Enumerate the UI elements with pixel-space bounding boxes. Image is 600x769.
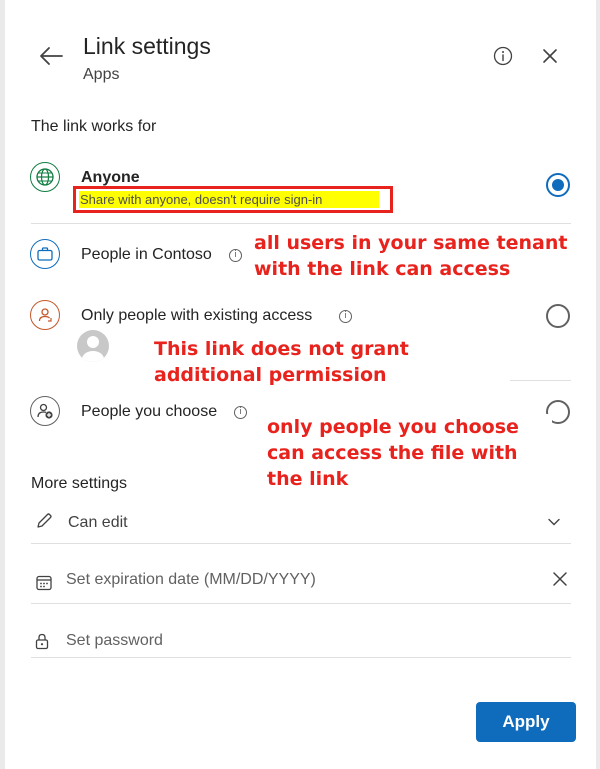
chevron-down-icon bbox=[548, 518, 560, 526]
briefcase-icon bbox=[37, 247, 53, 261]
lock-icon bbox=[35, 633, 49, 650]
info-icon[interactable]: i bbox=[229, 249, 242, 262]
option-existing-label[interactable]: Only people with existing access bbox=[81, 307, 312, 325]
globe-icon bbox=[36, 168, 54, 186]
pencil-icon bbox=[37, 513, 52, 528]
permission-dropdown[interactable]: Can edit bbox=[31, 504, 571, 544]
option-anyone-label[interactable]: Anyone bbox=[81, 169, 140, 187]
annotation-contoso: all users in your same tenant with the l… bbox=[254, 232, 568, 280]
page-title: Link settings bbox=[83, 33, 211, 59]
link-settings-panel: Link settings Apps The link works for An… bbox=[5, 0, 596, 769]
person-sync-icon-badge bbox=[30, 300, 60, 330]
info-icon bbox=[493, 46, 513, 66]
password-placeholder: Set password bbox=[66, 632, 163, 649]
info-button[interactable] bbox=[491, 44, 515, 68]
expiration-date-placeholder: Set expiration date (MM/DD/YYYY) bbox=[66, 571, 316, 588]
page-subtitle: Apps bbox=[83, 66, 120, 83]
info-icon[interactable]: i bbox=[339, 310, 352, 323]
password-field[interactable]: Set password bbox=[31, 622, 571, 658]
apply-button[interactable]: Apply bbox=[476, 702, 576, 742]
arrow-left-icon bbox=[40, 47, 63, 65]
background-edge-right bbox=[596, 0, 600, 769]
permission-value: Can edit bbox=[68, 514, 128, 531]
expiration-date-field[interactable]: Set expiration date (MM/DD/YYYY) bbox=[31, 562, 571, 604]
info-icon[interactable]: i bbox=[234, 406, 247, 419]
person-add-icon-badge bbox=[30, 396, 60, 426]
close-icon bbox=[543, 49, 557, 63]
divider bbox=[31, 223, 571, 224]
option-anyone-description: Share with anyone, doesn't require sign-… bbox=[80, 192, 323, 207]
globe-icon-badge bbox=[30, 162, 60, 192]
option-choose-label[interactable]: People you choose bbox=[81, 403, 217, 421]
close-button[interactable] bbox=[538, 44, 562, 68]
link-works-for-heading: The link works for bbox=[31, 118, 157, 135]
avatar bbox=[77, 330, 109, 362]
radio-anyone[interactable] bbox=[546, 173, 570, 197]
person-icon bbox=[82, 336, 104, 362]
briefcase-icon-badge bbox=[30, 239, 60, 269]
back-button[interactable] bbox=[35, 42, 67, 70]
divider bbox=[510, 380, 571, 381]
more-settings-heading: More settings bbox=[31, 475, 128, 492]
annotation-existing: This link does not grant additional perm… bbox=[154, 336, 514, 388]
person-add-icon bbox=[37, 403, 53, 419]
clear-icon[interactable] bbox=[552, 571, 568, 587]
annotation-choose: only people you choose can access the fi… bbox=[267, 414, 552, 492]
option-contoso-label[interactable]: People in Contoso bbox=[81, 246, 212, 264]
radio-existing-access[interactable] bbox=[546, 304, 570, 328]
person-sync-icon bbox=[38, 308, 52, 322]
calendar-icon bbox=[36, 575, 52, 591]
